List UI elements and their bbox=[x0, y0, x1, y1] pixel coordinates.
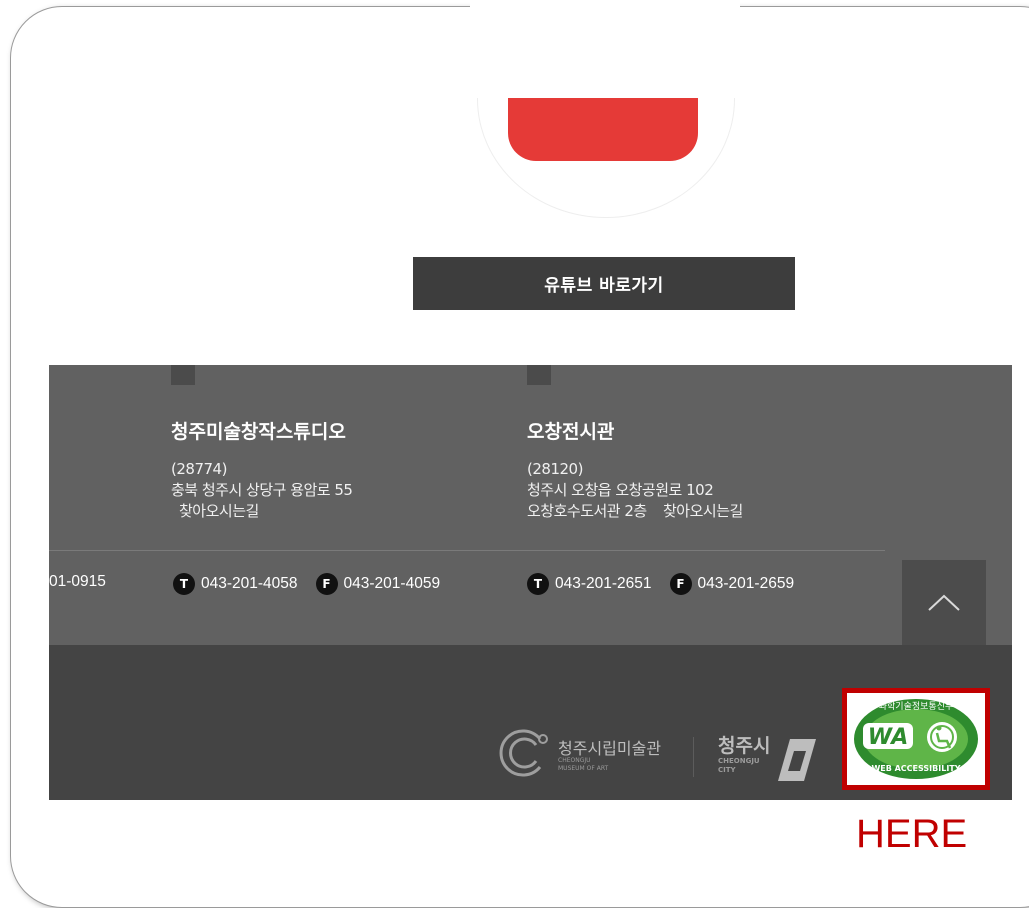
scroll-top-button[interactable] bbox=[902, 560, 986, 645]
museum-logo[interactable]: 청주시립미술관 CHEONGJU MUSEUM OF ART bbox=[496, 725, 676, 781]
city-emblem-icon bbox=[778, 739, 816, 781]
wa-text: WA bbox=[868, 725, 909, 750]
fax-badge-icon: F bbox=[669, 573, 692, 595]
fax-badge-icon: F bbox=[315, 573, 338, 595]
address-line-2-text: 오창호수도서관 2층 bbox=[527, 502, 647, 520]
venue-address-studio: (28774) 충북 청주시 상당구 용암로 55 찾아오시는길 bbox=[171, 459, 353, 522]
city-name: 청주시 bbox=[718, 735, 771, 757]
wa-bottom-text: WEB ACCESSIBILITY bbox=[871, 764, 960, 773]
fax-number: 043-201-4059 bbox=[343, 575, 441, 592]
directions-link[interactable]: 찾아오시는길 bbox=[651, 502, 743, 520]
youtube-shortcut-button[interactable]: 유튜브 바로가기 bbox=[413, 257, 795, 310]
postcode: (28120) bbox=[527, 460, 583, 478]
address-line: 청주시 오창읍 오창공원로 102 bbox=[527, 481, 714, 499]
logo-separator bbox=[693, 737, 694, 777]
phone-number: 01-0915 bbox=[49, 573, 106, 590]
venue-name-ochang: 오창전시관 bbox=[527, 421, 615, 443]
footer-info: 청주미술창작스튜디오 (28774) 충북 청주시 상당구 용암로 55 찾아오… bbox=[49, 365, 1012, 645]
museum-en-name: CHEONGJU MUSEUM OF ART bbox=[558, 757, 608, 773]
postcode: (28774) bbox=[171, 460, 227, 478]
section-marker bbox=[527, 365, 551, 385]
museum-name: 청주시립미술관 bbox=[558, 739, 662, 758]
tel-badge-icon: T bbox=[173, 573, 195, 595]
tel-badge-icon: T bbox=[527, 573, 549, 595]
wa-top-text: 과학기술정보통신부 bbox=[879, 701, 954, 712]
city-en-line-1: CHEONGJU bbox=[718, 757, 760, 765]
city-en-line-2: CITY bbox=[718, 766, 736, 774]
city-en-name: CHEONGJU CITY bbox=[718, 757, 760, 775]
museum-en-line-1: CHEONGJU bbox=[558, 757, 591, 764]
divider bbox=[49, 550, 885, 551]
web-accessibility-mark-highlight[interactable]: 과학기술정보통신부 WA WEB ACCESSIBILITY bbox=[842, 688, 990, 790]
city-logo[interactable]: 청주시 CHEONGJU CITY bbox=[716, 731, 826, 787]
section-marker bbox=[171, 365, 195, 385]
contact-ochang: T 043-201-2651 F 043-201-2659 bbox=[527, 573, 812, 595]
crop-cover bbox=[470, 0, 740, 98]
chevron-up-icon bbox=[928, 594, 960, 611]
web-accessibility-mark-icon: 과학기술정보통신부 WA WEB ACCESSIBILITY bbox=[850, 695, 982, 783]
address-line: 충북 청주시 상당구 용암로 55 bbox=[171, 481, 353, 499]
museum-c-logo-icon bbox=[499, 729, 548, 777]
venue-address-ochang: (28120) 청주시 오창읍 오창공원로 102 오창호수도서관 2층 찾아오… bbox=[527, 459, 743, 522]
contact-partial: 01-0915 bbox=[49, 573, 124, 591]
annotation-here-label: HERE bbox=[856, 812, 968, 856]
venue-name-studio: 청주미술창작스튜디오 bbox=[171, 421, 346, 443]
directions-link[interactable]: 찾아오시는길 bbox=[171, 501, 352, 522]
address-line-2: 오창호수도서관 2층 찾아오시는길 bbox=[527, 501, 743, 522]
tel-number: 043-201-2651 bbox=[555, 575, 652, 592]
fax-number: 043-201-2659 bbox=[697, 575, 795, 592]
contact-studio: T 043-201-4058 F 043-201-4059 bbox=[173, 573, 458, 595]
museum-en-line-2: MUSEUM OF ART bbox=[558, 765, 609, 772]
tel-number: 043-201-4058 bbox=[201, 575, 298, 592]
